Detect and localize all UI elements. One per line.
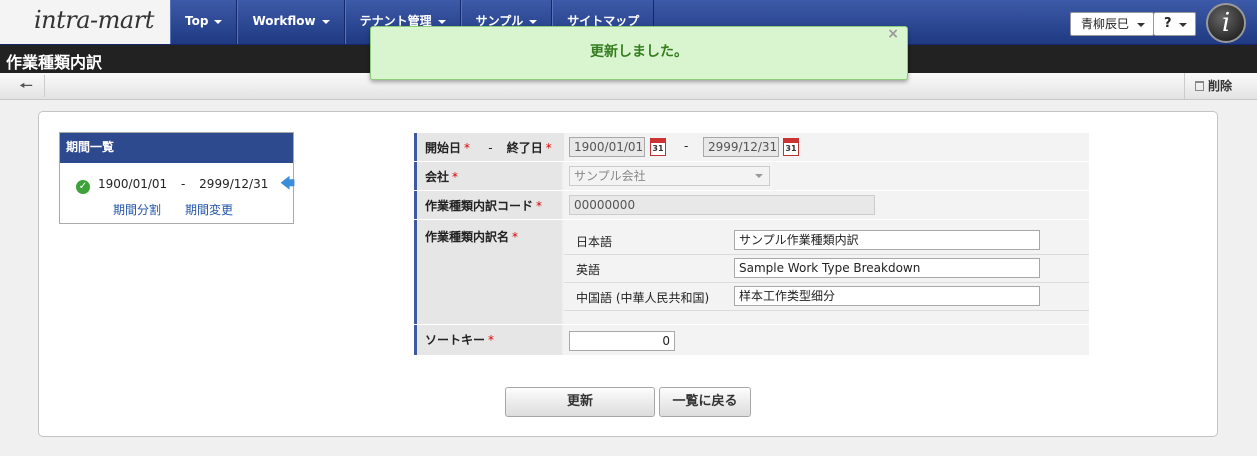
company-row: 会社 * サンプル会社 bbox=[414, 162, 1089, 191]
name-zh-row: 中国語 (中華人民共和国) 样本工作类型细分 bbox=[564, 282, 1089, 311]
sort-key-label-cell: ソートキー * bbox=[414, 325, 562, 355]
required-mark: * bbox=[512, 230, 519, 244]
update-button[interactable]: 更新 bbox=[505, 387, 655, 417]
sort-key-row: ソートキー * 0 bbox=[414, 325, 1089, 356]
required-mark: * bbox=[545, 141, 552, 155]
period-item[interactable]: ✓ 1900/01/01 - 2999/12/31 🡄 bbox=[76, 173, 295, 197]
sort-key-label: ソートキー bbox=[425, 333, 486, 347]
date-label-dash: - bbox=[488, 141, 493, 155]
sort-key-field-area: 0 bbox=[564, 325, 1089, 355]
period-start: 1900/01/01 bbox=[98, 177, 168, 191]
period-links: 期間分割 期間変更 bbox=[113, 201, 257, 218]
company-field-area: サンプル会社 bbox=[564, 162, 1089, 190]
check-icon: ✓ bbox=[76, 180, 90, 194]
delete-button[interactable]: 削除 bbox=[1184, 73, 1257, 99]
change-period-link[interactable]: 期間変更 bbox=[185, 203, 233, 217]
start-date-label: 開始日 bbox=[425, 141, 462, 155]
code-field-area: 00000000 bbox=[564, 191, 1089, 219]
trash-icon bbox=[1195, 81, 1204, 91]
lang-en-label: 英語 bbox=[576, 263, 601, 277]
company-label: 会社 bbox=[425, 170, 450, 184]
caret-down-icon bbox=[437, 19, 446, 24]
period-end: 2999/12/31 bbox=[199, 177, 269, 191]
arrow-left-icon: 🠔 bbox=[18, 76, 33, 95]
code-label: 作業種類内訳コード bbox=[425, 199, 534, 213]
required-mark: * bbox=[464, 141, 471, 155]
help-menu-button[interactable]: ? bbox=[1154, 12, 1196, 36]
code-row: 作業種類内訳コード * 00000000 bbox=[414, 191, 1089, 220]
code-label-cell: 作業種類内訳コード * bbox=[414, 191, 562, 219]
close-icon[interactable]: × bbox=[887, 9, 899, 59]
calendar-icon[interactable]: 31 bbox=[783, 138, 799, 156]
lang-ja-label: 日本語 bbox=[576, 235, 613, 249]
code-input: 00000000 bbox=[569, 195, 875, 215]
caret-down-icon bbox=[321, 19, 330, 24]
nav-workflow[interactable]: Workflow bbox=[237, 0, 345, 44]
date-field-area: 1900/01/01 31 - 2999/12/31 31 bbox=[564, 133, 1089, 161]
success-toast: 更新しました。 × bbox=[370, 26, 908, 80]
caret-down-icon bbox=[1137, 23, 1145, 27]
im-letter: i bbox=[1221, 8, 1231, 38]
page-title: 作業種類内訳 bbox=[6, 53, 103, 72]
back-button[interactable]: 🠔 bbox=[8, 75, 45, 97]
name-en-input[interactable]: Sample Work Type Breakdown bbox=[734, 258, 1040, 278]
name-row: 作業種類内訳名 * 日本語 サンプル作業種類内訳 英語 Sample Work T… bbox=[414, 220, 1089, 325]
end-date-label: 終了日 bbox=[506, 141, 543, 155]
required-mark: * bbox=[536, 199, 543, 213]
nav-top[interactable]: Top bbox=[170, 0, 238, 44]
name-label-cell: 作業種類内訳名 * bbox=[414, 220, 562, 324]
split-period-link[interactable]: 期間分割 bbox=[113, 203, 161, 217]
name-zh-input[interactable]: 样本工作类型细分 bbox=[734, 286, 1040, 306]
name-en-row: 英語 Sample Work Type Breakdown bbox=[564, 254, 1089, 283]
required-mark: * bbox=[452, 170, 459, 184]
company-select-value: サンプル会社 bbox=[574, 169, 646, 183]
name-ja-row: 日本語 サンプル作業種類内訳 bbox=[564, 226, 1089, 255]
back-to-list-button[interactable]: 一覧に戻る bbox=[659, 387, 751, 417]
help-label: ? bbox=[1164, 16, 1172, 31]
date-label-cell: 開始日 * - 終了日 * bbox=[414, 133, 564, 161]
arrow-left-icon: 🡄 bbox=[280, 176, 295, 192]
company-select[interactable]: サンプル会社 bbox=[569, 166, 770, 186]
chevron-down-icon bbox=[755, 174, 763, 178]
toast-message: 更新しました。 bbox=[590, 44, 688, 60]
caret-down-icon bbox=[214, 19, 223, 24]
period-list: 期間一覧 ✓ 1900/01/01 - 2999/12/31 🡄 期間分割 期間変更 bbox=[59, 132, 295, 224]
period-row: 開始日 * - 終了日 * 1900/01/01 31 - 2999/12/31 3… bbox=[414, 133, 1089, 162]
name-ja-input[interactable]: サンプル作業種類内訳 bbox=[734, 230, 1040, 250]
intra-mart-logo[interactable]: intra-mart bbox=[0, 0, 170, 44]
logo-text: intra-mart bbox=[34, 6, 154, 34]
name-label: 作業種類内訳名 bbox=[425, 230, 510, 244]
nav-top-label: Top bbox=[185, 14, 209, 28]
period-list-title: 期間一覧 bbox=[60, 133, 293, 163]
required-mark: * bbox=[488, 333, 495, 347]
sort-key-input[interactable]: 0 bbox=[569, 331, 675, 351]
date-range-dash: - bbox=[684, 139, 689, 153]
user-name: 青柳辰巳 bbox=[1081, 17, 1130, 31]
company-label-cell: 会社 * bbox=[414, 162, 562, 190]
period-separator: - bbox=[181, 177, 186, 191]
delete-label: 削除 bbox=[1208, 79, 1233, 93]
caret-down-icon bbox=[529, 19, 538, 24]
intra-mart-icon[interactable]: i bbox=[1206, 3, 1246, 43]
calendar-icon[interactable]: 31 bbox=[650, 138, 666, 156]
nav-workflow-label: Workflow bbox=[252, 14, 316, 28]
end-date-input[interactable]: 2999/12/31 bbox=[703, 137, 779, 157]
lang-zh-label: 中国語 (中華人民共和国) bbox=[576, 291, 710, 305]
caret-down-icon bbox=[1179, 23, 1187, 27]
user-menu-button[interactable]: 青柳辰巳 bbox=[1070, 12, 1154, 36]
start-date-input[interactable]: 1900/01/01 bbox=[569, 137, 645, 157]
